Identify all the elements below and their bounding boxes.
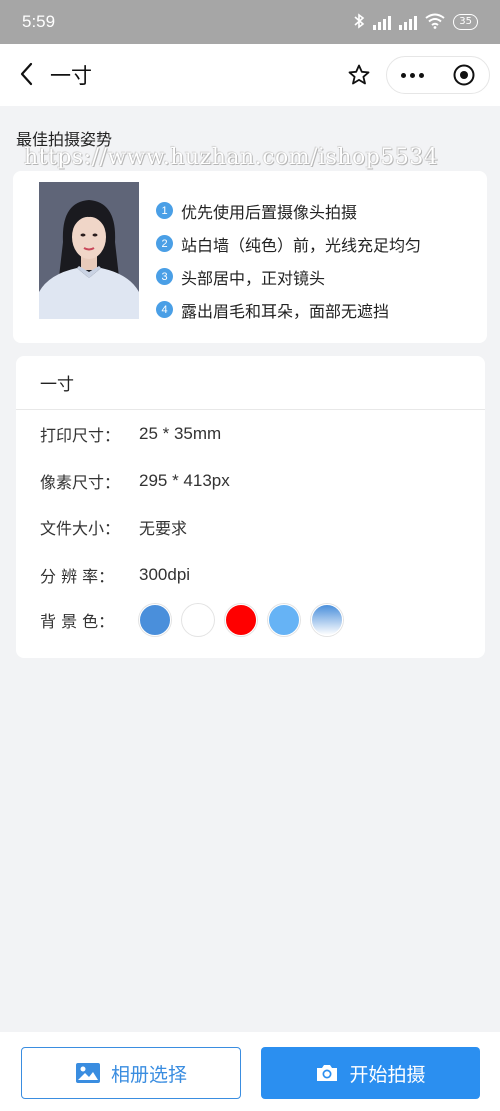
print-size-label: 打印尺寸： xyxy=(40,426,121,445)
status-time: 5:59 xyxy=(22,12,56,31)
album-button-label: 相册选择 xyxy=(110,1063,187,1086)
swatch-light-blue[interactable] xyxy=(268,604,300,636)
tip-list: 1 优先使用后置摄像头拍摄 2 站白墙（纯色）前，光线充足均匀 3 头部居中，正… xyxy=(156,194,421,326)
target-icon xyxy=(453,64,474,86)
choose-from-album-button[interactable]: 相册选择 xyxy=(21,1047,241,1099)
print-size-row: 打印尺寸： 25 * 35mm xyxy=(40,422,221,446)
tip-number-badge: 4 xyxy=(156,301,173,318)
back-button[interactable] xyxy=(14,59,44,89)
star-icon xyxy=(348,64,370,85)
spec-title: 一寸 xyxy=(16,356,485,410)
tip-text: 露出眉毛和耳朵，面部无遮挡 xyxy=(181,301,390,321)
swatch-white[interactable] xyxy=(182,604,214,636)
signal-icon-2 xyxy=(399,14,418,30)
close-mini-program-button[interactable] xyxy=(438,63,489,87)
swatch-gradient-blue[interactable] xyxy=(311,604,343,636)
file-size-label: 文件大小： xyxy=(40,519,121,538)
sample-photo xyxy=(39,182,139,319)
pixel-size-row: 像素尺寸： 295 * 413px xyxy=(40,469,230,493)
image-icon xyxy=(75,1063,100,1083)
tip-number-badge: 2 xyxy=(156,235,173,252)
signal-icon xyxy=(373,14,392,30)
resolution-row: 分 辨 率： 300dpi xyxy=(40,563,190,587)
swatch-red[interactable] xyxy=(225,604,257,636)
more-menu-button[interactable] xyxy=(387,72,438,78)
bottom-action-bar: 相册选择 开始拍摄 xyxy=(0,1032,500,1111)
battery-indicator: 35 xyxy=(453,14,478,30)
resolution-label: 分 辨 率： xyxy=(40,567,115,586)
background-color-row: 背 景 色： xyxy=(40,604,343,636)
file-size-row: 文件大小： 无要求 xyxy=(40,515,187,539)
watermark-text: https://www.huzhan.com/ishop5534 xyxy=(24,145,439,170)
favorite-button[interactable] xyxy=(341,57,377,93)
tip-number-badge: 1 xyxy=(156,202,173,219)
background-color-label: 背 景 色： xyxy=(40,612,115,631)
tip-text: 站白墙（纯色）前，光线充足均匀 xyxy=(181,235,422,255)
resolution-value: 300dpi xyxy=(139,565,191,584)
camera-icon xyxy=(317,1065,338,1081)
file-size-value: 无要求 xyxy=(139,519,188,538)
nav-bar: 一寸 xyxy=(0,44,500,106)
list-item: 1 优先使用后置摄像头拍摄 xyxy=(156,194,421,227)
tip-text: 优先使用后置摄像头拍摄 xyxy=(181,202,358,222)
swatch-blue[interactable] xyxy=(139,604,171,636)
pixel-size-value: 295 * 413px xyxy=(139,471,230,490)
color-swatches xyxy=(139,604,343,636)
tip-number-badge: 3 xyxy=(156,268,173,285)
shooting-tips-card: 1 优先使用后置摄像头拍摄 2 站白墙（纯色）前，光线充足均匀 3 头部居中，正… xyxy=(13,171,487,343)
mini-program-capsule xyxy=(386,56,490,94)
shoot-button-label: 开始拍摄 xyxy=(349,1063,426,1086)
print-size-value: 25 * 35mm xyxy=(139,424,222,443)
list-item: 3 头部居中，正对镜头 xyxy=(156,260,421,293)
list-item: 2 站白墙（纯色）前，光线充足均匀 xyxy=(156,227,421,260)
bluetooth-icon xyxy=(353,12,365,32)
pixel-size-label: 像素尺寸： xyxy=(40,473,121,492)
page-title: 一寸 xyxy=(50,64,92,88)
list-item: 4 露出眉毛和耳朵，面部无遮挡 xyxy=(156,293,421,326)
start-shooting-button[interactable]: 开始拍摄 xyxy=(261,1047,480,1099)
status-bar: 5:59 35 xyxy=(0,0,500,44)
spec-card: 一寸 打印尺寸： 25 * 35mm 像素尺寸： 295 * 413px 文件大… xyxy=(16,356,485,658)
tip-text: 头部居中，正对镜头 xyxy=(181,268,326,288)
chevron-left-icon xyxy=(20,62,33,86)
status-icons: 35 xyxy=(353,12,478,32)
wifi-icon xyxy=(425,13,445,32)
